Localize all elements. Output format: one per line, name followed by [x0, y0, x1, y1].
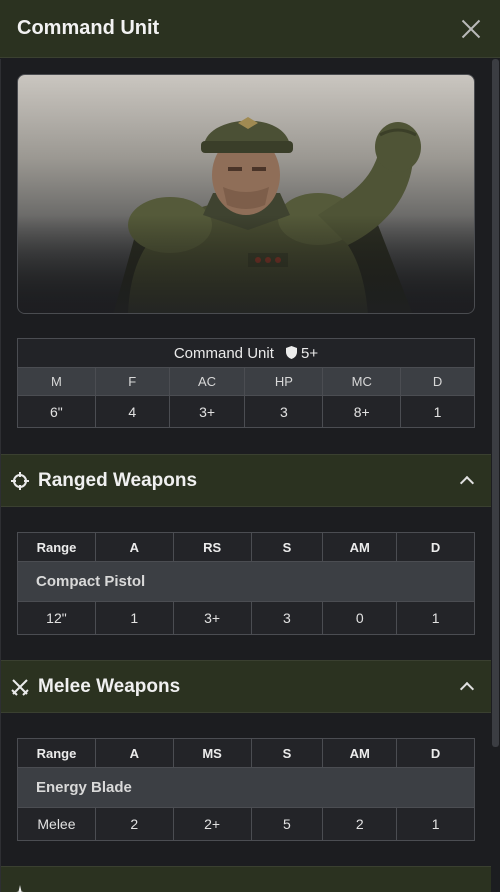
section-title: Ranged Weapons	[38, 469, 198, 491]
unit-save: 5+	[301, 344, 319, 362]
unit-portrait	[17, 74, 475, 314]
weapon-value: 2	[322, 807, 398, 841]
crossed-swords-icon	[11, 678, 29, 696]
chevron-up-icon[interactable]	[459, 681, 475, 697]
unit-stats-table: Command Unit 5+ M F AC HP MC D 6" 4 3+ 3…	[17, 338, 475, 428]
content-panel[interactable]: Command Unit 5+ M F AC HP MC D 6" 4 3+ 3…	[0, 59, 491, 892]
weapon-header: A	[94, 738, 174, 768]
weapon-value: 3	[250, 601, 324, 635]
weapon-header: S	[250, 738, 324, 768]
stat-value: 6"	[17, 395, 96, 428]
weapon-value: Melee	[17, 807, 96, 841]
weapon-value: 3+	[172, 601, 252, 635]
modal-header: Command Unit	[0, 0, 500, 58]
scrollbar[interactable]	[491, 59, 500, 892]
stat-header: MC	[322, 367, 402, 396]
stat-header: F	[94, 367, 170, 396]
unit-name: Command Unit	[173, 344, 274, 362]
stat-value: 3	[244, 395, 324, 428]
weapon-name: Compact Pistol	[17, 561, 475, 602]
stat-value: 4	[94, 395, 170, 428]
weapon-header: Range	[17, 532, 96, 562]
weapon-header: RS	[172, 532, 252, 562]
melee-weapons-table: Range A MS S AM D Energy Blade Melee 2 2…	[17, 738, 475, 841]
weapon-header: Range	[17, 738, 96, 768]
chevron-up-icon[interactable]	[459, 475, 475, 491]
stat-header: AC	[168, 367, 246, 396]
weapon-header: S	[250, 532, 324, 562]
weapon-header: AM	[322, 532, 398, 562]
sparkle-icon	[14, 884, 26, 892]
stat-value: 3+	[168, 395, 246, 428]
weapon-header: MS	[172, 738, 252, 768]
melee-weapons-header[interactable]: Melee Weapons	[1, 660, 491, 713]
close-icon[interactable]	[459, 17, 483, 41]
weapon-value: 5	[250, 807, 324, 841]
page-title: Command Unit	[17, 17, 160, 39]
weapon-value: 0	[322, 601, 398, 635]
shield-icon	[286, 345, 298, 359]
weapon-value: 1	[94, 601, 174, 635]
ranged-weapons-table: Range A RS S AM D Compact Pistol 12" 1 3…	[17, 532, 475, 635]
weapon-value: 2+	[172, 807, 252, 841]
stat-value: 8+	[322, 395, 402, 428]
weapon-header: A	[94, 532, 174, 562]
stat-header: HP	[244, 367, 324, 396]
weapon-header: D	[396, 738, 475, 768]
weapon-name: Energy Blade	[17, 767, 475, 808]
section-title: Melee Weapons	[38, 675, 181, 697]
unit-name-cell: Command Unit 5+	[17, 338, 475, 368]
next-section-header[interactable]	[1, 866, 491, 892]
stat-header: M	[17, 367, 96, 396]
ranged-weapons-header[interactable]: Ranged Weapons	[1, 454, 491, 507]
weapon-header: D	[396, 532, 475, 562]
weapon-value: 1	[396, 601, 475, 635]
scrollbar-thumb[interactable]	[492, 59, 499, 747]
crosshair-icon	[11, 471, 29, 490]
weapon-value: 12"	[17, 601, 96, 635]
weapon-header: AM	[322, 738, 398, 768]
stat-header: D	[400, 367, 475, 396]
weapon-value: 2	[94, 807, 174, 841]
stat-value: 1	[400, 395, 475, 428]
weapon-value: 1	[396, 807, 475, 841]
